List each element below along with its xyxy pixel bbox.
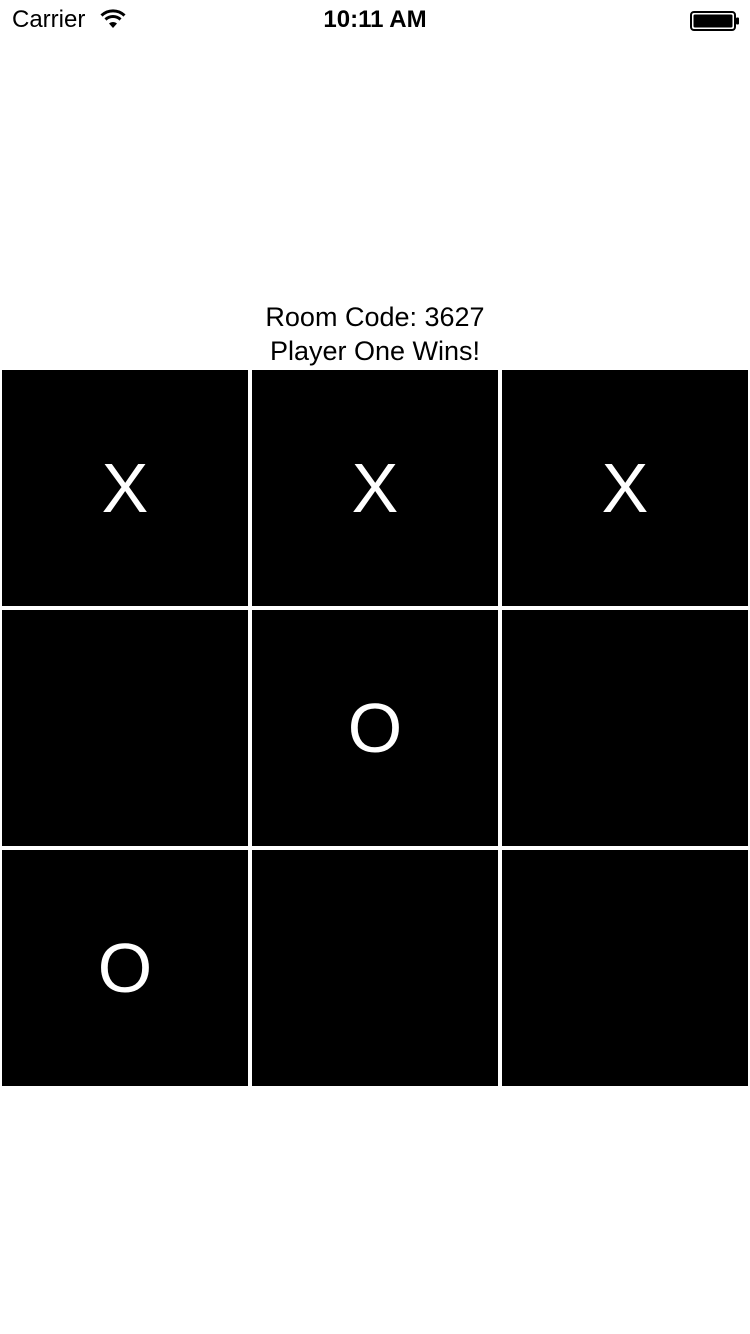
board-cell-r3-c3[interactable] [502, 850, 748, 1086]
board-cell-r2-c1[interactable] [2, 610, 248, 846]
board-cell-r2-c3[interactable] [502, 610, 748, 846]
game-status-label: Player One Wins! [269, 336, 481, 366]
board-cell-r3-c1[interactable]: O [2, 850, 248, 1086]
board-cell-r1-c1[interactable]: X [2, 370, 248, 606]
battery-icon [690, 11, 739, 31]
board-cell-r3-c2[interactable] [252, 850, 498, 1086]
status-bar: Carrier 10:11 AM [0, 0, 750, 40]
room-code-label: Room Code: 3627 [265, 302, 485, 332]
board-cell-r1-c2[interactable]: X [252, 370, 498, 606]
game-board: X X X O O [0, 368, 750, 1088]
status-time: 10:11 AM [323, 6, 427, 33]
board-cell-r2-c2[interactable]: O [252, 610, 498, 846]
board-cell-r1-c3[interactable]: X [502, 370, 748, 606]
game-info: Room Code: 3627 Player One Wins! [0, 300, 750, 368]
